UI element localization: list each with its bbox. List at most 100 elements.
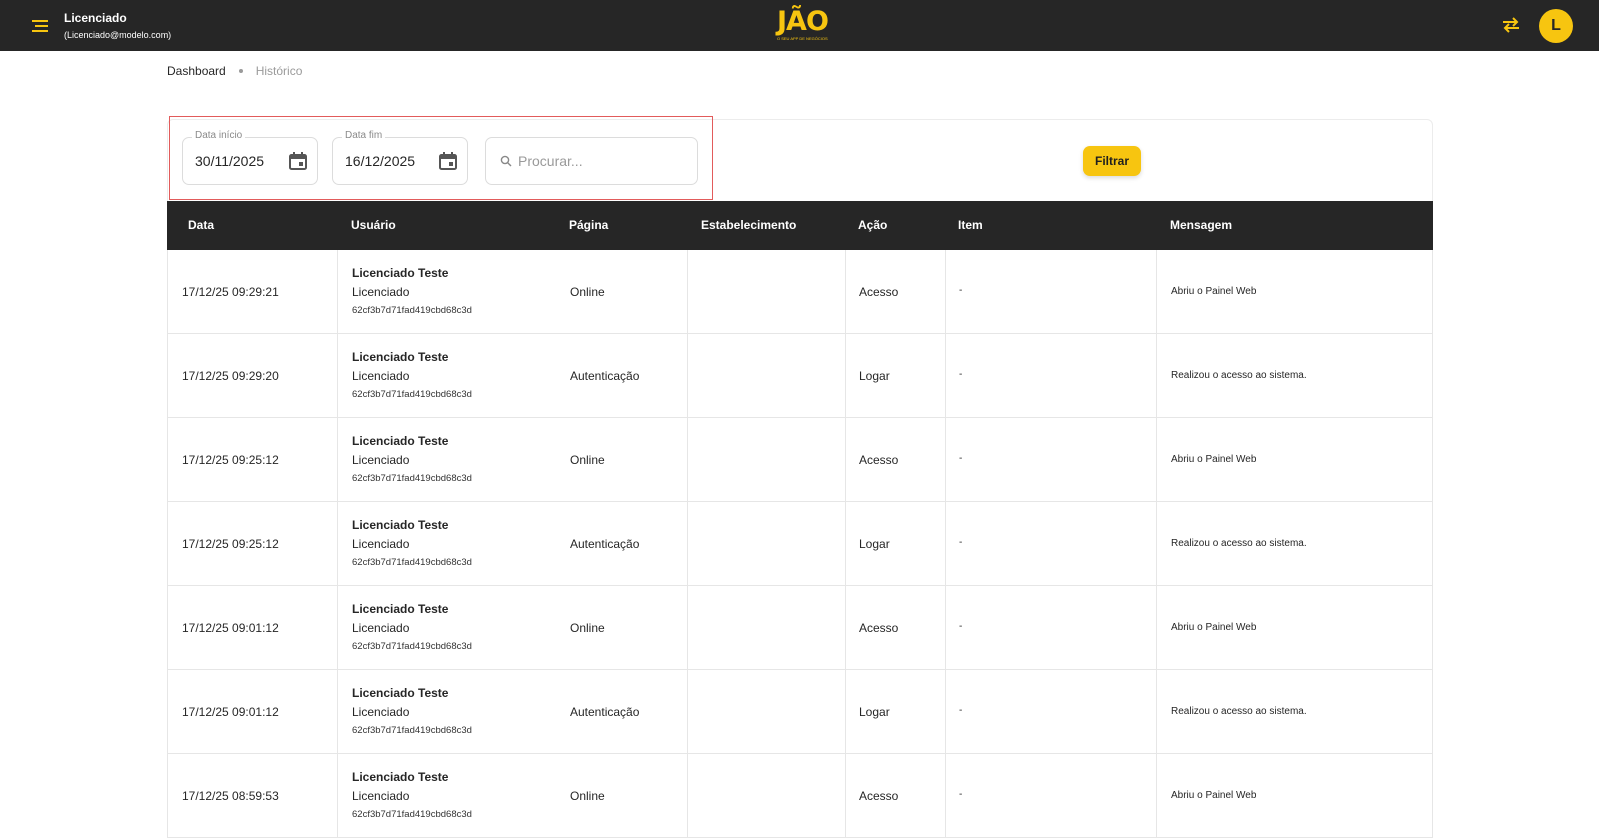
column-divider [687,250,688,333]
cell-message: Abriu o Painel Web [1171,622,1257,633]
column-divider [337,586,338,669]
column-divider [337,334,338,417]
column-divider [945,418,946,501]
column-header-usuario[interactable]: Usuário [351,218,396,232]
column-divider [687,502,688,585]
column-divider [687,670,688,753]
column-divider [945,334,946,417]
column-divider [687,334,688,417]
cell-page: Online [570,453,605,467]
cell-action: Acesso [859,789,899,803]
column-divider [845,502,846,585]
cell-date: 17/12/25 08:59:53 [182,789,279,803]
calendar-icon[interactable] [438,151,458,171]
calendar-icon[interactable] [288,151,308,171]
table-row[interactable]: 17/12/25 08:59:53 Licenciado Teste Licenci… [167,754,1433,838]
column-header-data[interactable]: Data [188,218,214,232]
breadcrumb: Dashboard Histórico [167,64,302,78]
breadcrumb-dashboard[interactable]: Dashboard [167,64,226,78]
app-logo[interactable]: JÃO O SEU APP DE NEGÓCIOS [777,8,829,46]
column-divider [945,670,946,753]
cell-user-role: Licenciado [352,537,410,551]
column-header-acao[interactable]: Ação [858,218,887,232]
column-divider [945,502,946,585]
cell-user-name: Licenciado Teste [352,518,449,532]
cell-message: Realizou o acesso ao sistema. [1171,706,1307,717]
date-start-label: Data início [192,130,246,141]
menu-button[interactable] [28,14,52,38]
user-info: Licenciado (Licenciado@modelo.com) [64,11,171,42]
table-row[interactable]: 17/12/25 09:29:20 Licenciado Teste Licenci… [167,334,1433,418]
column-divider [1156,418,1157,501]
cell-item: - [959,285,963,296]
cell-message: Realizou o acesso ao sistema. [1171,370,1307,381]
breadcrumb-separator [238,69,243,73]
cell-action: Acesso [859,285,899,299]
avatar[interactable]: L [1539,9,1573,43]
date-start-field[interactable]: Data início 30/11/2025 [182,130,318,185]
cell-date: 17/12/25 09:25:12 [182,537,279,551]
column-header-estabelecimento[interactable]: Estabelecimento [701,218,796,232]
cell-action: Logar [859,369,890,383]
table-row[interactable]: 17/12/25 09:01:12 Licenciado Teste Licenci… [167,586,1433,670]
cell-item: - [959,789,963,800]
search-input[interactable] [518,151,688,171]
cell-action: Logar [859,705,890,719]
cell-user-name: Licenciado Teste [352,770,449,784]
filter-button[interactable]: Filtrar [1083,146,1141,176]
cell-item: - [959,537,963,548]
column-divider [687,418,688,501]
cell-date: 17/12/25 09:01:12 [182,621,279,635]
column-header-mensagem[interactable]: Mensagem [1170,218,1232,232]
cell-item: - [959,621,963,632]
column-divider [945,586,946,669]
column-header-pagina[interactable]: Página [569,218,608,232]
cell-user-name: Licenciado Teste [352,602,449,616]
cell-item: - [959,453,963,464]
column-divider [337,250,338,333]
cell-page: Autenticação [570,369,640,383]
cell-user-name: Licenciado Teste [352,686,449,700]
cell-message: Abriu o Painel Web [1171,454,1257,465]
user-email: (Licenciado@modelo.com) [64,30,172,40]
breadcrumb-current: Histórico [255,64,303,78]
column-divider [337,754,338,837]
search-field[interactable] [485,137,698,185]
column-header-item[interactable]: Item [958,218,983,232]
cell-action: Acesso [859,621,899,635]
column-divider [945,250,946,333]
cell-action: Acesso [859,453,899,467]
switch-account-button[interactable] [1498,12,1524,38]
date-end-field[interactable]: Data fim 16/12/2025 [332,130,468,185]
cell-user-name: Licenciado Teste [352,434,449,448]
column-divider [1156,586,1157,669]
column-divider [337,418,338,501]
cell-user-id: 62cf3b7d71fad419cbd68c3d [352,557,472,568]
user-name: Licenciado [64,11,127,25]
cell-user-role: Licenciado [352,621,410,635]
cell-user-id: 62cf3b7d71fad419cbd68c3d [352,809,472,820]
column-divider [945,754,946,837]
table-row[interactable]: 17/12/25 09:29:21 Licenciado Teste Licenci… [167,250,1433,334]
cell-item: - [959,705,963,716]
search-icon [500,155,512,167]
table-header: Data Usuário Página Estabelecimento Ação… [167,201,1433,250]
cell-user-id: 62cf3b7d71fad419cbd68c3d [352,305,472,316]
cell-page: Autenticação [570,537,640,551]
column-divider [1156,334,1157,417]
cell-page: Autenticação [570,705,640,719]
cell-user-id: 62cf3b7d71fad419cbd68c3d [352,473,472,484]
cell-user-id: 62cf3b7d71fad419cbd68c3d [352,641,472,652]
date-end-label: Data fim [342,130,386,141]
column-divider [845,418,846,501]
date-end-value[interactable]: 16/12/2025 [345,153,415,169]
column-divider [687,754,688,837]
cell-user-id: 62cf3b7d71fad419cbd68c3d [352,725,472,736]
table-row[interactable]: 17/12/25 09:25:12 Licenciado Teste Licenci… [167,418,1433,502]
cell-page: Online [570,621,605,635]
cell-user-role: Licenciado [352,789,410,803]
table-row[interactable]: 17/12/25 09:01:12 Licenciado Teste Licenci… [167,670,1433,754]
cell-user-name: Licenciado Teste [352,350,449,364]
table-row[interactable]: 17/12/25 09:25:12 Licenciado Teste Licenci… [167,502,1433,586]
date-start-value[interactable]: 30/11/2025 [195,153,264,169]
